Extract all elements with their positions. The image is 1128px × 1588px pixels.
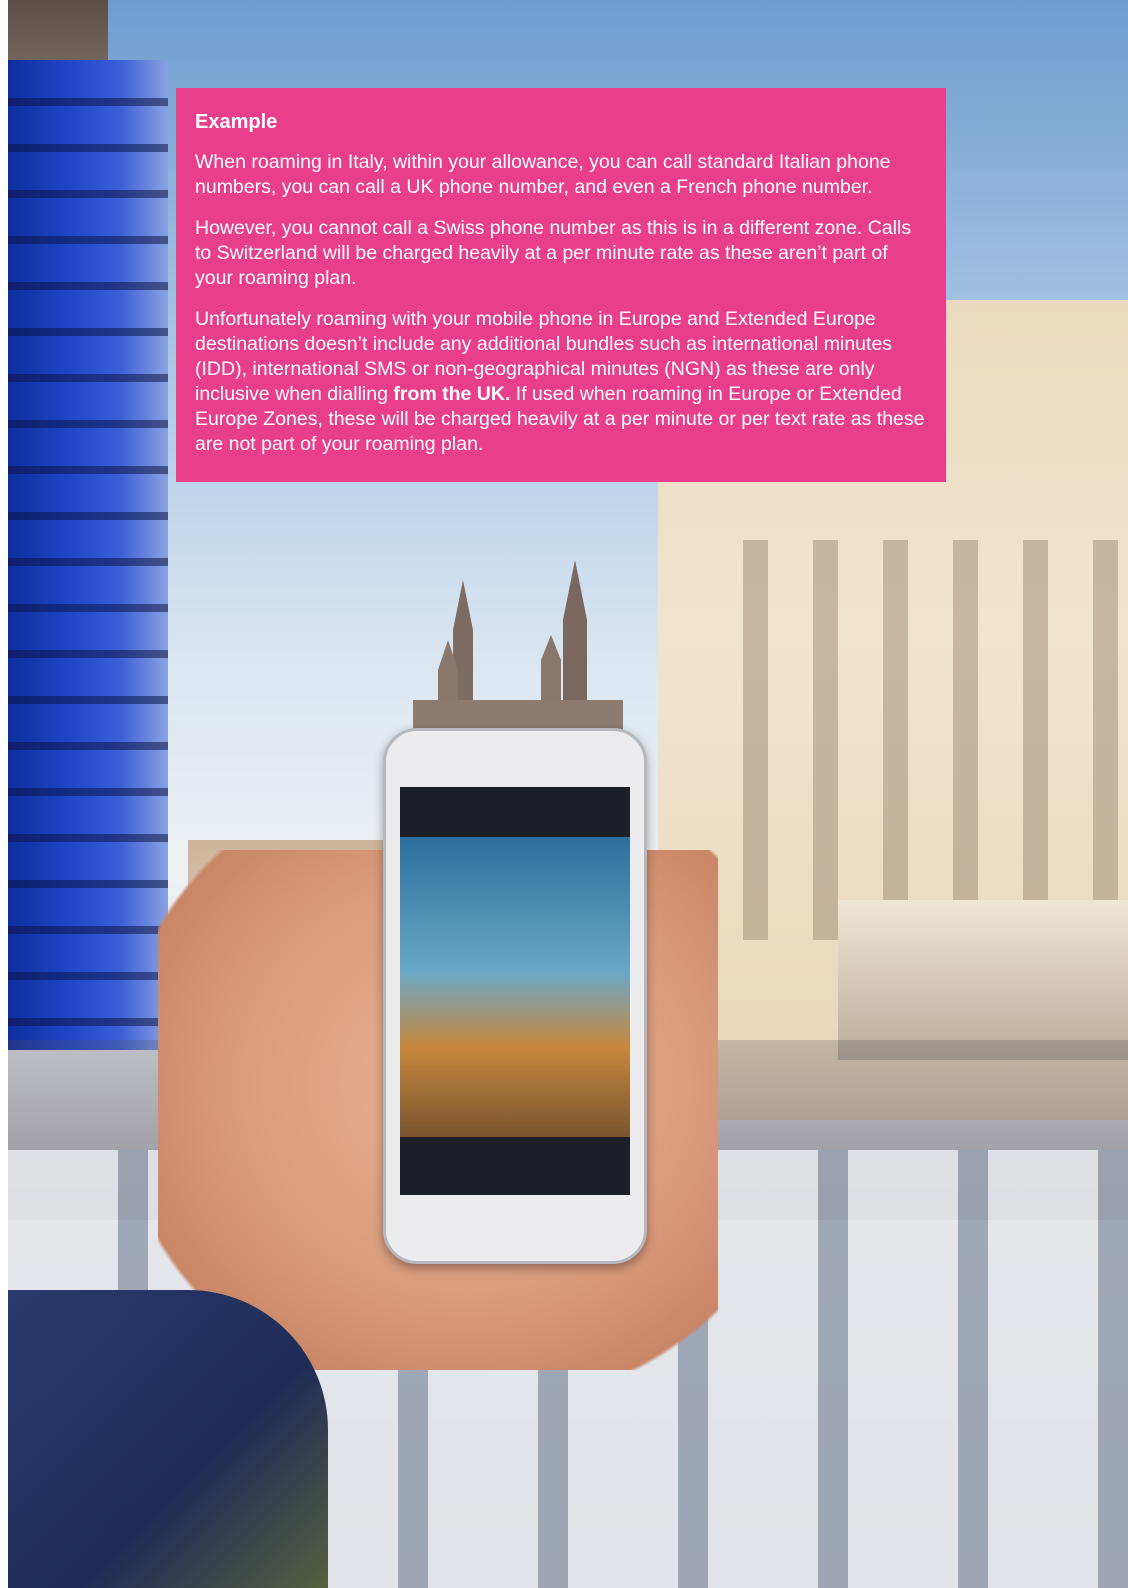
photo-cafe-awning	[838, 900, 1128, 1060]
bundles-text-bold: from the UK.	[393, 383, 511, 405]
example-callout: Example When roaming in Italy, within yo…	[176, 88, 946, 482]
photo-building-windows	[698, 540, 1128, 940]
example-paragraph-bundles: Unfortunately roaming with your mobile p…	[195, 307, 926, 457]
example-heading: Example	[195, 111, 278, 133]
smartphone-photo-of-church	[400, 837, 630, 1137]
photo-smartphone	[383, 728, 647, 1264]
example-paragraph-switzerland: However, you cannot call a Swiss phone n…	[195, 217, 912, 289]
example-paragraph-italy: When roaming in Italy, within your allow…	[195, 151, 891, 198]
smartphone-screen	[400, 787, 630, 1195]
photo-sleeve	[8, 1290, 328, 1588]
photo-scaffolding	[8, 60, 168, 1050]
photo-church-spires	[413, 560, 623, 740]
